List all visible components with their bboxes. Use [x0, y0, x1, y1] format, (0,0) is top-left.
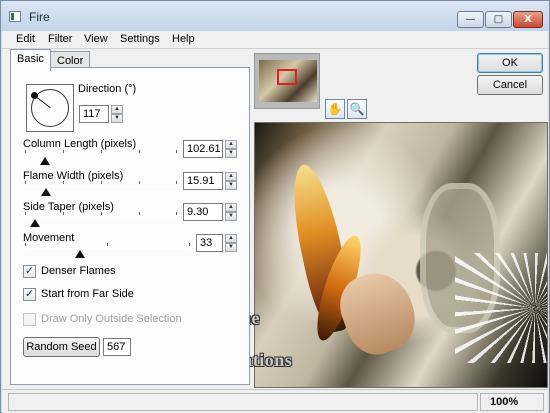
- direction-input[interactable]: 117: [79, 105, 109, 123]
- denser-flames-checkbox[interactable]: ✓: [23, 265, 36, 278]
- direction-spinner[interactable]: ▲ ▼: [111, 105, 123, 123]
- denser-flames-label: Denser Flames: [41, 265, 116, 277]
- window-title: Fire: [29, 10, 50, 24]
- zoom-level: 100%: [490, 396, 519, 408]
- close-button[interactable]: X: [513, 11, 543, 28]
- magnifier-icon: 🔍: [349, 102, 365, 116]
- draw-outside-selection-checkbox[interactable]: [23, 313, 36, 326]
- start-far-side-label: Start from Far Side: [41, 288, 134, 300]
- menu-settings[interactable]: Settings: [118, 33, 162, 45]
- side-taper-spinner[interactable]: ▲ ▼: [225, 203, 237, 221]
- navigator-thumbnail[interactable]: [254, 53, 320, 109]
- column-length-slider-thumb[interactable]: [40, 157, 50, 165]
- dial-pointer-dot: [31, 92, 38, 99]
- viewport-rectangle[interactable]: [277, 69, 297, 85]
- column-length-slider[interactable]: [25, 155, 177, 156]
- pan-tool-button[interactable]: ✋: [325, 99, 345, 119]
- random-seed-input[interactable]: 567: [103, 338, 131, 356]
- movement-spinner[interactable]: ▲ ▼: [225, 234, 237, 252]
- preview-pane[interactable]: [254, 122, 548, 388]
- draw-outside-selection-label: Draw Only Outside Selection: [41, 313, 182, 325]
- preview-graphic-rays: [455, 253, 547, 363]
- column-length-spinner[interactable]: ▲ ▼: [225, 140, 237, 158]
- column-length-input[interactable]: 102.61: [183, 140, 223, 158]
- movement-slider[interactable]: [25, 248, 190, 249]
- flame-width-label: Flame Width (pixels): [23, 170, 124, 182]
- direction-label: Direction (°): [78, 83, 137, 95]
- ok-button[interactable]: OK: [477, 53, 543, 73]
- dialog-body: Basic Color Direction (°) 117 ▲ ▼ Column …: [2, 49, 548, 389]
- basic-tab-panel: Direction (°) 117 ▲ ▼ Column Length (pixe…: [10, 67, 250, 385]
- movement-slider-thumb[interactable]: [75, 250, 85, 258]
- menu-view[interactable]: View: [82, 33, 110, 45]
- menu-filter[interactable]: Filter: [46, 33, 74, 45]
- movement-label: Movement: [23, 232, 75, 244]
- menu-edit[interactable]: Edit: [14, 33, 37, 45]
- side-taper-input[interactable]: 9.30: [183, 203, 223, 221]
- menu-bar: Edit Filter View Settings Help: [2, 31, 548, 49]
- maximize-button[interactable]: □: [485, 11, 512, 28]
- start-far-side-checkbox[interactable]: ✓: [23, 288, 36, 301]
- menu-help[interactable]: Help: [170, 33, 197, 45]
- minimize-button[interactable]: —: [457, 11, 484, 28]
- title-bar[interactable]: Fire — □ X: [1, 1, 549, 31]
- fire-filter-dialog: Fire — □ X Edit Filter View Settings Hel…: [0, 0, 550, 413]
- cancel-button[interactable]: Cancel: [477, 75, 543, 95]
- column-length-label: Column Length (pixels): [23, 138, 137, 150]
- flame-width-input[interactable]: 15.91: [183, 172, 223, 190]
- flame-width-spinner[interactable]: ▲ ▼: [225, 172, 237, 190]
- random-seed-button[interactable]: Random Seed: [23, 337, 100, 357]
- app-icon: [9, 11, 21, 22]
- direction-dial[interactable]: [26, 84, 74, 132]
- status-bar: 100%: [2, 389, 548, 413]
- status-cell-main: [8, 393, 478, 411]
- flame-width-slider[interactable]: [25, 186, 177, 187]
- side-taper-slider[interactable]: [25, 217, 177, 218]
- hand-icon: ✋: [327, 102, 343, 116]
- side-taper-slider-thumb[interactable]: [30, 219, 40, 227]
- zoom-tool-button[interactable]: 🔍: [347, 99, 367, 119]
- flame-width-slider-thumb[interactable]: [41, 188, 51, 196]
- movement-input[interactable]: 33: [196, 234, 223, 252]
- tab-basic[interactable]: Basic: [10, 49, 51, 71]
